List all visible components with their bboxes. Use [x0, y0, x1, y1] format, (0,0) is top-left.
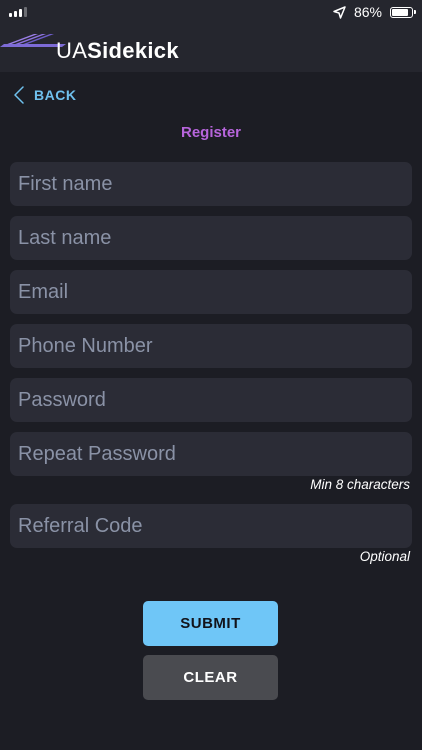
- status-right: 86%: [333, 3, 416, 21]
- battery-icon: [390, 6, 416, 18]
- submit-button[interactable]: SUBMIT: [143, 601, 278, 646]
- referral-code-field[interactable]: [10, 504, 412, 548]
- page-title: Register: [180, 124, 242, 141]
- brand-logo: UASidekick: [0, 28, 230, 68]
- clear-button[interactable]: CLEAR: [143, 655, 278, 700]
- location-arrow-icon: [333, 5, 346, 19]
- repeat-password-field[interactable]: [10, 432, 412, 476]
- brand-name: UASidekick: [56, 38, 179, 64]
- brand-ua: UA: [56, 38, 88, 63]
- last-name-field[interactable]: [10, 216, 412, 260]
- back-button[interactable]: BACK: [14, 86, 76, 104]
- app-header: UASidekick: [0, 24, 422, 72]
- signal-strength-icon: [9, 6, 27, 17]
- status-bar: 86%: [0, 0, 422, 24]
- brand-sidekick: Sidekick: [87, 38, 179, 63]
- phone-number-field[interactable]: [10, 324, 412, 368]
- first-name-field[interactable]: [10, 162, 412, 206]
- referral-hint: Optional: [359, 549, 410, 564]
- password-field[interactable]: [10, 378, 412, 422]
- email-field[interactable]: [10, 270, 412, 314]
- back-label: BACK: [34, 87, 77, 103]
- chevron-left-icon: [14, 86, 24, 104]
- password-hint: Min 8 characters: [310, 477, 410, 492]
- battery-percentage: 86%: [353, 4, 382, 20]
